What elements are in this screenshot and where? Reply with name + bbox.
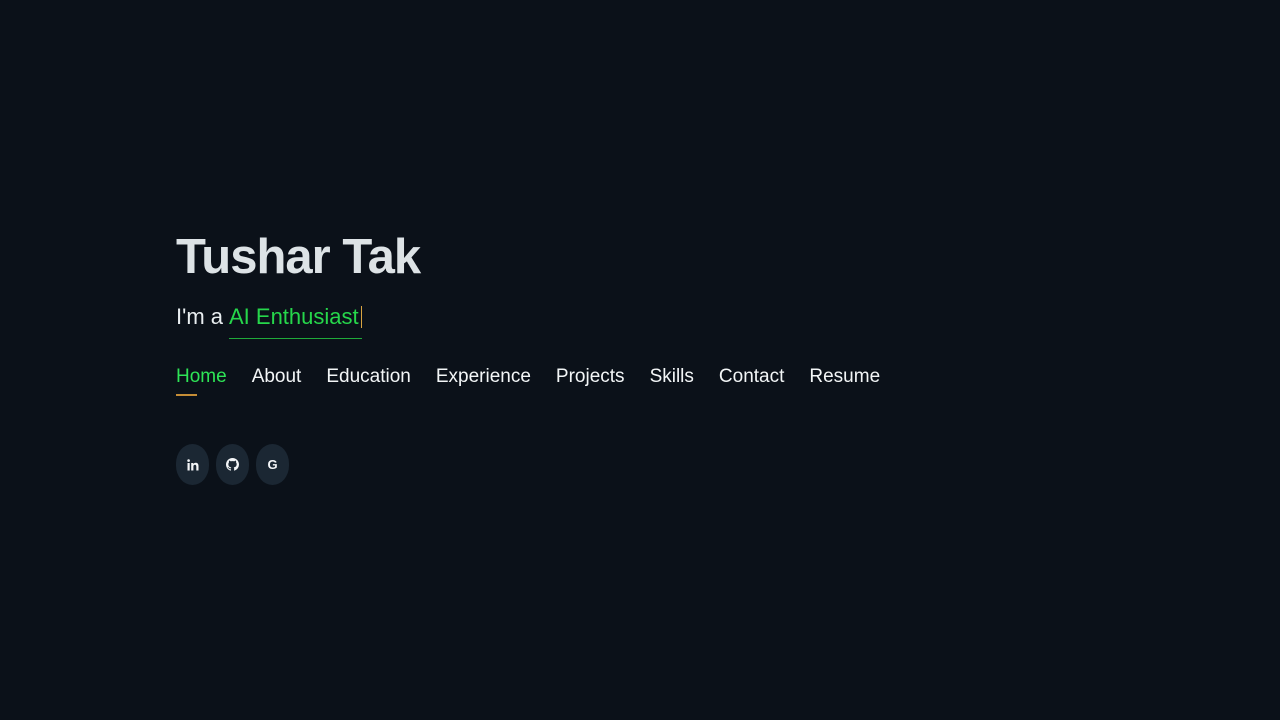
nav-item-label: Home <box>176 366 227 387</box>
page-title: Tushar Tak <box>176 230 421 284</box>
nav-item-label: Projects <box>555 366 625 387</box>
nav-item-label: Contact <box>718 366 785 387</box>
tagline: I'm a AI Enthusiast <box>176 302 936 340</box>
social-links: G <box>176 444 936 485</box>
nav-item-label: About <box>251 366 302 387</box>
nav-item-contact[interactable]: Contact <box>719 364 784 408</box>
nav-item-skills[interactable]: Skills <box>650 364 694 408</box>
nav-item-projects[interactable]: Projects <box>556 364 625 408</box>
nav-item-label: Resume <box>809 366 881 387</box>
typed-role: AI Enthusiast <box>229 304 359 329</box>
nav-item-resume[interactable]: Resume <box>809 364 880 408</box>
nav-item-label: Skills <box>649 366 694 387</box>
hero-section: Tushar Tak I'm a AI Enthusiast Home Abou… <box>176 226 936 485</box>
typed-role-container: AI Enthusiast <box>229 302 362 339</box>
github-button[interactable] <box>216 444 249 485</box>
nav-item-label: Education <box>326 366 411 387</box>
linkedin-icon <box>186 458 199 471</box>
nav-item-home[interactable]: Home <box>176 364 227 408</box>
google-button[interactable]: G <box>256 444 289 485</box>
nav-item-label: Experience <box>435 366 531 387</box>
tagline-prefix: I'm a <box>176 304 223 329</box>
nav-item-education[interactable]: Education <box>326 364 411 408</box>
typing-cursor <box>360 306 362 328</box>
github-icon <box>226 458 239 471</box>
nav-item-experience[interactable]: Experience <box>436 364 531 408</box>
main-nav: Home About Education Experience Projects… <box>176 364 936 408</box>
nav-item-about[interactable]: About <box>252 364 302 408</box>
active-indicator <box>176 394 197 396</box>
google-icon: G <box>267 457 278 472</box>
linkedin-button[interactable] <box>176 444 209 485</box>
